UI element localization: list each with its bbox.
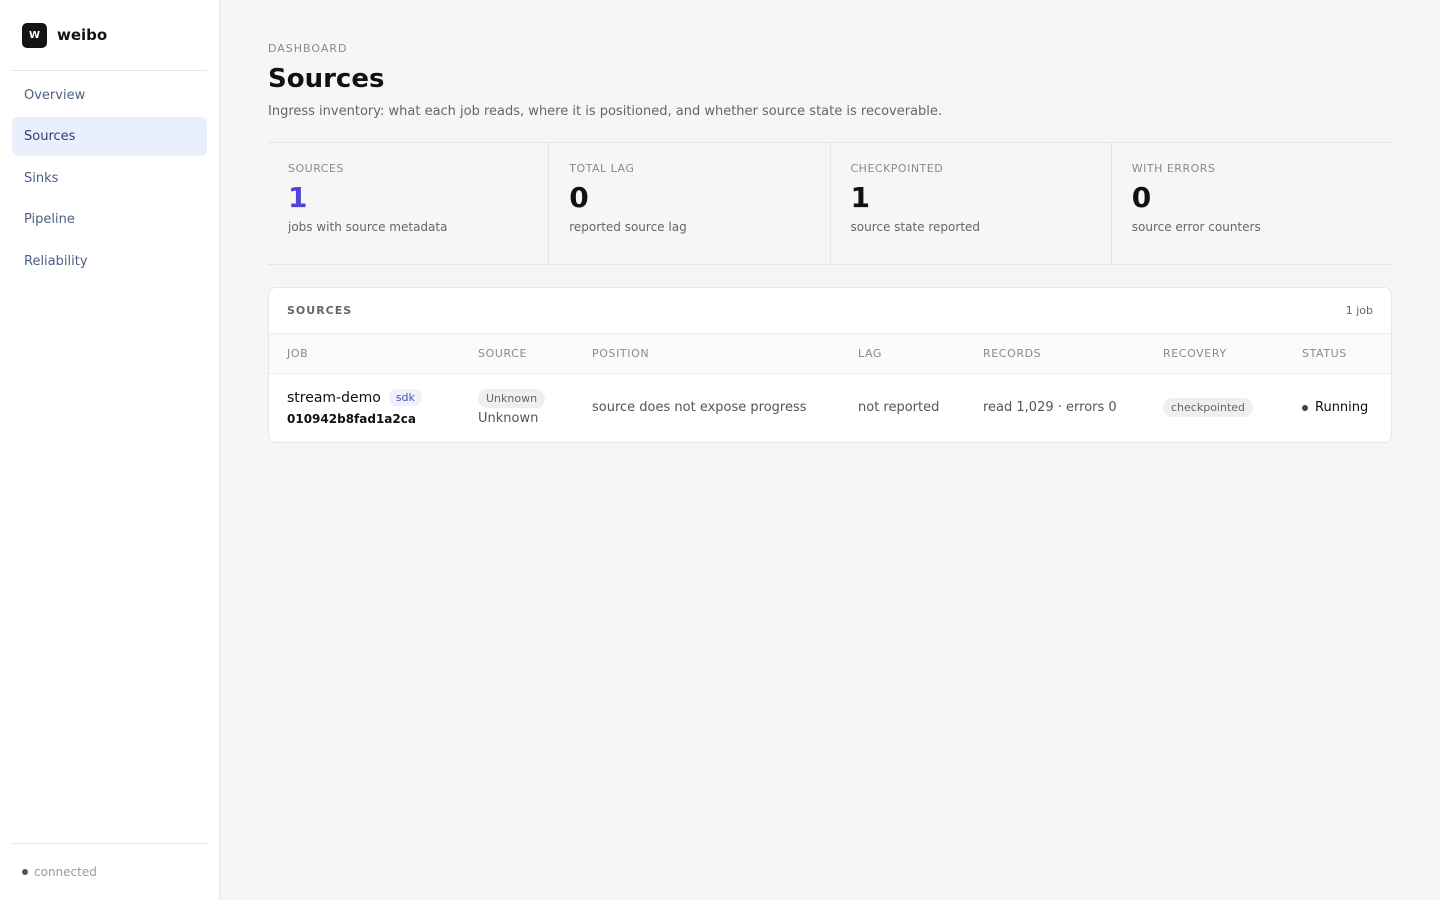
sidebar-nav: Overview Sources Sinks Pipeline Reliabil…: [12, 73, 207, 281]
column-header-position[interactable]: POSITION: [574, 334, 840, 374]
status-label: Running: [1315, 400, 1369, 416]
card-header: SOURCES 1 job: [269, 288, 1391, 334]
card-title: SOURCES: [287, 304, 353, 317]
stat-label: CHECKPOINTED: [850, 162, 944, 175]
stat-subtext: source state reported: [850, 220, 981, 234]
stat-subtext: source error counters: [1131, 220, 1261, 234]
column-header-records[interactable]: RECORDS: [965, 334, 1145, 374]
stat-sources: SOURCES 1 jobs with source metadata: [268, 143, 550, 264]
sources-table: JOB SOURCE POSITION LAG RECORDS RECOVERY…: [269, 334, 1391, 442]
column-header-job[interactable]: JOB: [269, 334, 460, 374]
stats-row: SOURCES 1 jobs with source metadata TOTA…: [268, 142, 1392, 265]
position-cell: source does not expose progress: [592, 400, 807, 416]
stat-label: TOTAL LAG: [569, 162, 635, 175]
column-header-recovery[interactable]: RECOVERY: [1145, 334, 1284, 374]
lag-cell: not reported: [858, 400, 940, 416]
status-dot-icon: [1302, 404, 1308, 411]
sidebar-item-sources[interactable]: Sources: [12, 117, 207, 156]
job-cell: stream-demo sdk 010942b8fad1a2ca: [269, 373, 460, 442]
table-header-row: JOB SOURCE POSITION LAG RECORDS RECOVERY…: [269, 334, 1391, 374]
stat-subtext: jobs with source metadata: [288, 220, 448, 234]
sources-card: SOURCES 1 job JOB SOURCE POSITION LAG RE…: [268, 287, 1392, 443]
sidebar-item-pipeline[interactable]: Pipeline: [12, 200, 207, 239]
sidebar: W weibo Overview Sources Sinks Pipeline …: [0, 0, 220, 900]
page-title: Sources: [268, 64, 385, 94]
column-header-lag[interactable]: LAG: [840, 334, 965, 374]
source-type: Unknown: [478, 411, 539, 427]
stat-subtext: reported source lag: [569, 220, 687, 234]
stat-value: 1: [288, 181, 308, 214]
column-header-status[interactable]: STATUS: [1284, 334, 1391, 374]
stat-value: 1: [850, 181, 870, 214]
job-count: 1 job: [1345, 304, 1373, 317]
job-id: 010942b8fad1a2ca: [287, 412, 416, 427]
brand-logo-icon: W: [22, 22, 47, 48]
connection-status-label: connected: [34, 865, 97, 879]
stat-value: 0: [569, 181, 589, 214]
stat-label: WITH ERRORS: [1131, 162, 1216, 175]
job-name[interactable]: stream-demo: [287, 390, 381, 406]
status-dot-icon: [22, 869, 28, 875]
stat-with-errors: WITH ERRORS 0 source error counters: [1112, 143, 1392, 264]
brand[interactable]: W weibo: [12, 0, 207, 71]
source-badge: Unknown: [478, 389, 546, 409]
table-row[interactable]: stream-demo sdk 010942b8fad1a2ca Unknown…: [269, 373, 1391, 442]
main-content: DASHBOARD Sources Ingress inventory: wha…: [220, 0, 1440, 900]
stat-label: SOURCES: [288, 162, 344, 175]
records-cell: read 1,029 · errors 0: [983, 400, 1117, 416]
sidebar-item-overview[interactable]: Overview: [12, 76, 207, 115]
breadcrumb: DASHBOARD: [268, 42, 348, 55]
status-indicator: Running: [1302, 400, 1373, 415]
sidebar-item-sinks[interactable]: Sinks: [12, 159, 207, 198]
sdk-badge: sdk: [388, 389, 422, 407]
stat-checkpointed: CHECKPOINTED 1 source state reported: [831, 143, 1112, 264]
recovery-badge: checkpointed: [1163, 398, 1254, 418]
status-cell: Running: [1284, 373, 1391, 442]
source-cell: Unknown Unknown: [460, 373, 574, 442]
connection-status: connected: [12, 843, 207, 900]
stat-total-lag: TOTAL LAG 0 reported source lag: [549, 143, 831, 264]
sidebar-item-reliability[interactable]: Reliability: [12, 242, 207, 281]
brand-name: weibo: [57, 26, 108, 44]
column-header-source[interactable]: SOURCE: [460, 334, 574, 374]
stat-value: 0: [1131, 181, 1152, 214]
recovery-cell: checkpointed: [1145, 373, 1284, 442]
page-description: Ingress inventory: what each job reads, …: [268, 104, 943, 119]
